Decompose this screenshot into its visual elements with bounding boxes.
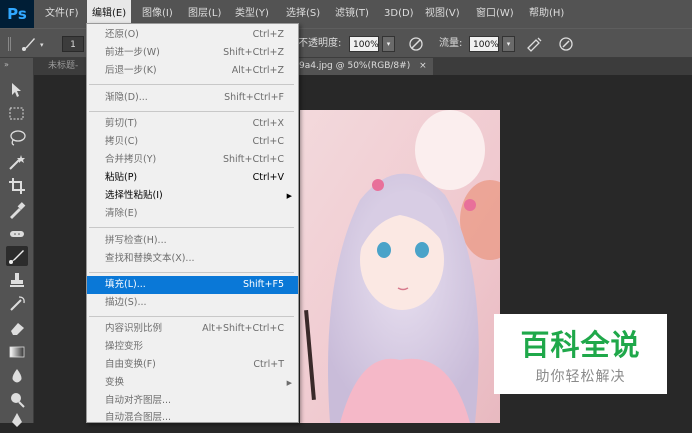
menu-file[interactable]: 文件(F) — [40, 0, 84, 28]
lasso-tool-icon[interactable] — [6, 128, 28, 148]
eraser-tool-icon[interactable] — [6, 318, 28, 338]
collapse-icon[interactable]: » — [4, 60, 9, 69]
menu-item-step-forward[interactable]: 前进一步(W) Shift+Ctrl+Z — [87, 44, 298, 62]
flow-dropdown[interactable]: ▾ — [502, 36, 515, 52]
tab-close-icon[interactable]: × — [419, 61, 427, 71]
opacity-dropdown[interactable]: ▾ — [382, 36, 395, 52]
menu-separator — [89, 227, 294, 228]
menu-item-cut[interactable]: 剪切(T) Ctrl+X — [87, 115, 298, 133]
watermark: 百科全说 助你轻松解决 — [494, 314, 667, 394]
menu-item-step-backward[interactable]: 后退一步(K) Alt+Ctrl+Z — [87, 62, 298, 80]
menu-help[interactable]: 帮助(H) — [524, 0, 569, 28]
tab-untitled[interactable]: 未标题- — [48, 58, 78, 75]
dodge-tool-icon[interactable] — [6, 390, 28, 410]
magic-wand-tool-icon[interactable] — [6, 152, 28, 172]
menu-separator — [89, 272, 294, 273]
document-image[interactable] — [300, 110, 500, 423]
flow-field[interactable]: 100% — [469, 36, 499, 52]
history-brush-tool-icon[interactable] — [6, 294, 28, 314]
pen-tool-icon[interactable] — [6, 410, 28, 430]
submenu-arrow-icon: ▶ — [286, 379, 292, 387]
menu-item-puppet-warp[interactable]: 操控变形 — [87, 338, 298, 356]
menu-3d[interactable]: 3D(D) — [379, 0, 419, 28]
menu-separator — [89, 84, 294, 85]
menu-item-spell-check[interactable]: 拼写检查(H)... — [87, 232, 298, 250]
menu-item-free-transform[interactable]: 自由变换(F) Ctrl+T — [87, 356, 298, 374]
gradient-tool-icon[interactable] — [6, 342, 28, 362]
pressure-opacity-icon[interactable] — [407, 35, 425, 53]
crop-tool-icon[interactable] — [6, 176, 28, 196]
photoshop-logo: Ps — [0, 0, 34, 28]
menu-item-transform[interactable]: 变换 ▶ — [87, 374, 298, 392]
menu-item-clear[interactable]: 清除(E) — [87, 205, 298, 223]
menu-item-auto-align-layers[interactable]: 自动对齐图层... — [87, 392, 298, 410]
menu-item-stroke[interactable]: 描边(S)... — [87, 294, 298, 312]
menu-item-find-replace[interactable]: 查找和替换文本(X)... — [87, 250, 298, 268]
brush-preset-icon[interactable] — [20, 35, 38, 53]
menu-item-content-aware-scale[interactable]: 内容识别比例 Alt+Shift+Ctrl+C — [87, 320, 298, 338]
menu-item-auto-blend-layers[interactable]: 自动混合图层... — [87, 409, 298, 427]
edit-menu-dropdown: 还原(O) Ctrl+Z 前进一步(W) Shift+Ctrl+Z 后退一步(K) A… — [86, 23, 299, 423]
menu-separator — [89, 111, 294, 112]
tab-image-label: 9a4.jpg @ 50%(RGB/8#) — [299, 61, 411, 71]
menu-view[interactable]: 视图(V) — [420, 0, 465, 28]
pressure-size-icon[interactable] — [557, 35, 575, 53]
brush-size-field[interactable]: 1 — [62, 36, 84, 52]
menu-window[interactable]: 窗口(W) — [471, 0, 519, 28]
marquee-tool-icon[interactable] — [6, 104, 28, 124]
blur-tool-icon[interactable] — [6, 366, 28, 386]
menu-item-copy[interactable]: 拷贝(C) Ctrl+C — [87, 133, 298, 151]
menu-item-copy-merged[interactable]: 合并拷贝(Y) Shift+Ctrl+C — [87, 151, 298, 169]
menu-item-fill[interactable]: 填充(L)... Shift+F5 — [87, 276, 298, 294]
chevron-down-icon[interactable]: ▾ — [40, 41, 44, 49]
menu-filter[interactable]: 滤镜(T) — [330, 0, 374, 28]
watermark-subtitle: 助你轻松解决 — [535, 369, 626, 385]
brush-tool-icon[interactable] — [6, 246, 28, 266]
healing-brush-tool-icon[interactable] — [6, 224, 28, 244]
opacity-label: 不透明度: — [298, 38, 342, 49]
menu-separator — [89, 316, 294, 317]
flow-label: 流量: — [439, 38, 463, 49]
menu-item-undo[interactable]: 还原(O) Ctrl+Z — [87, 26, 298, 44]
menu-item-paste-special[interactable]: 选择性粘贴(I) ▶ — [87, 187, 298, 205]
menu-item-fade[interactable]: 渐隐(D)... Shift+Ctrl+F — [87, 89, 298, 107]
airbrush-icon[interactable] — [525, 35, 543, 53]
watermark-title: 百科全说 — [520, 328, 641, 362]
stamp-tool-icon[interactable] — [6, 270, 28, 290]
tab-image-document[interactable]: 9a4.jpg @ 50%(RGB/8#) × — [292, 58, 433, 75]
menu-item-paste[interactable]: 粘贴(P) Ctrl+V — [87, 169, 298, 187]
eyedropper-tool-icon[interactable] — [6, 200, 28, 220]
move-tool-icon[interactable] — [6, 80, 28, 100]
opacity-field[interactable]: 100% — [349, 36, 379, 52]
tools-panel: » — [0, 58, 34, 427]
submenu-arrow-icon: ▶ — [286, 192, 292, 200]
